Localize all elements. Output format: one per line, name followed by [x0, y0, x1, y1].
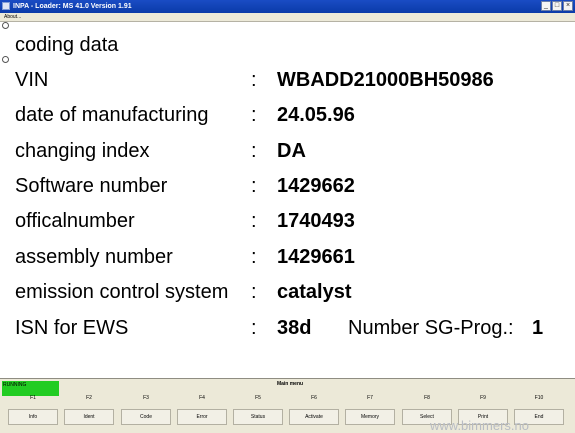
- radio-indicator-top[interactable]: [2, 22, 9, 29]
- row-emission-control-system: emission control system : catalyst: [0, 281, 575, 305]
- vin-colon: :: [251, 69, 257, 91]
- row-date-of-manufacturing: date of manufacturing : 24.05.96: [0, 104, 575, 128]
- isn-value: 38d: [277, 317, 312, 339]
- row-changing-index: changing index : DA: [0, 140, 575, 164]
- emission-control-value: catalyst: [277, 281, 352, 303]
- fkey-f2-label: F2: [86, 395, 92, 401]
- software-number-value: 1429662: [277, 175, 355, 197]
- watermark: www.bimmers.no: [430, 418, 529, 433]
- minimize-button[interactable]: _: [541, 1, 551, 11]
- fkey-f4-label: F4: [199, 395, 205, 401]
- vin-label: VIN: [15, 69, 49, 91]
- window-title: INPA - Loader: MS 41.0 Version 1.91: [13, 3, 132, 10]
- status-button[interactable]: Status: [233, 409, 283, 425]
- close-button[interactable]: ×: [563, 1, 573, 11]
- changing-index-value: DA: [277, 140, 306, 162]
- isn-colon: :: [251, 317, 257, 339]
- error-button[interactable]: Error: [177, 409, 227, 425]
- sg-prog-value: 1: [532, 317, 544, 339]
- assembly-number-colon: :: [251, 246, 257, 268]
- title-bar: INPA - Loader: MS 41.0 Version 1.91 _ □ …: [0, 0, 575, 13]
- emission-control-colon: :: [251, 281, 257, 303]
- software-number-colon: :: [251, 175, 257, 197]
- fkey-f8-label: F8: [424, 395, 430, 401]
- changing-index-label: changing index: [15, 140, 150, 162]
- fkey-f5-label: F5: [255, 395, 261, 401]
- row-assembly-number: assembly number : 1429661: [0, 246, 575, 270]
- official-number-colon: :: [251, 210, 257, 232]
- app-icon: [2, 2, 10, 10]
- isn-label: ISN for EWS: [15, 317, 129, 339]
- official-number-label: officalnumber: [15, 210, 135, 232]
- menu-bar: About...: [0, 13, 575, 22]
- software-number-label: Software number: [15, 175, 168, 197]
- date-label: date of manufacturing: [15, 104, 209, 126]
- sg-prog-label: Number SG-Prog.:: [348, 317, 514, 339]
- menu-about[interactable]: About...: [4, 14, 21, 20]
- fkey-f1-label: F1: [30, 395, 36, 401]
- maximize-button[interactable]: □: [552, 1, 562, 11]
- date-colon: :: [251, 104, 257, 126]
- coding-data-panel: coding data VIN : WBADD21000BH50986 date…: [0, 22, 575, 378]
- section-title: coding data: [15, 34, 119, 56]
- row-software-number: Software number : 1429662: [0, 175, 575, 199]
- date-value: 24.05.96: [277, 104, 355, 126]
- coding-data-heading: coding data: [0, 34, 575, 58]
- assembly-number-label: assembly number: [15, 246, 173, 268]
- row-vin: VIN : WBADD21000BH50986: [0, 69, 575, 93]
- official-number-value: 1740493: [277, 210, 355, 232]
- fkey-f6-label: F6: [311, 395, 317, 401]
- emission-control-label: emission control system: [15, 281, 229, 303]
- info-button[interactable]: Info: [8, 409, 58, 425]
- vin-value: WBADD21000BH50986: [277, 69, 494, 91]
- fkey-f10-label: F10: [534, 395, 544, 401]
- fkey-f7-label: F7: [367, 395, 373, 401]
- memory-button[interactable]: Memory: [345, 409, 395, 425]
- fkey-f9-label: F9: [480, 395, 486, 401]
- ident-button[interactable]: Ident: [64, 409, 114, 425]
- code-button[interactable]: Code: [121, 409, 171, 425]
- row-official-number: officalnumber : 1740493: [0, 210, 575, 234]
- changing-index-colon: :: [251, 140, 257, 162]
- running-status-indicator: RUNNING: [2, 381, 59, 396]
- assembly-number-value: 1429661: [277, 246, 355, 268]
- activate-button[interactable]: Activate: [289, 409, 339, 425]
- main-menu-title: Main menu: [276, 381, 304, 387]
- fkey-f3-label: F3: [143, 395, 149, 401]
- row-isn-for-ews: ISN for EWS : 38d Number SG-Prog.: 1: [0, 317, 575, 341]
